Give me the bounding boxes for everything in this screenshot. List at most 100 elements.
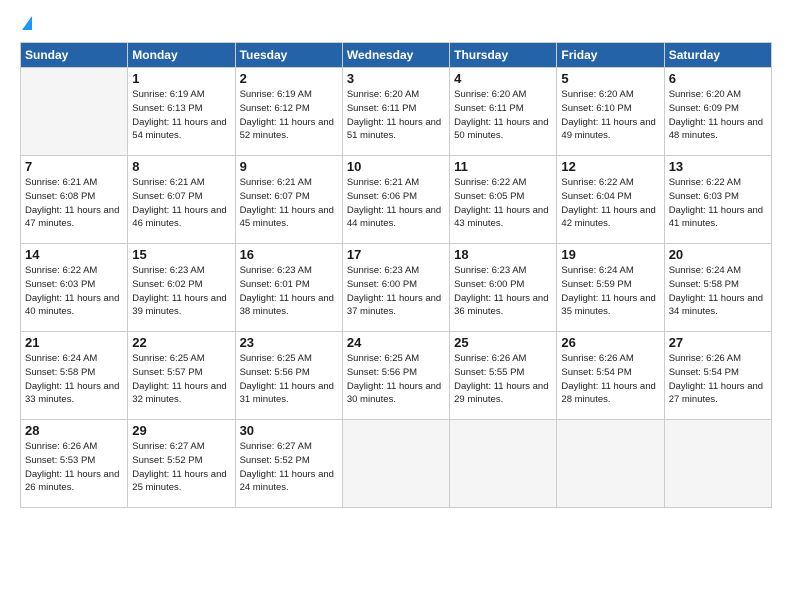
day-info: Sunrise: 6:24 AMSunset: 5:58 PMDaylight:… bbox=[25, 352, 123, 407]
day-number: 21 bbox=[25, 335, 123, 350]
calendar-cell: 19 Sunrise: 6:24 AMSunset: 5:59 PMDayligh… bbox=[557, 244, 664, 332]
day-number: 24 bbox=[347, 335, 445, 350]
calendar-day-header: Friday bbox=[557, 43, 664, 68]
logo-triangle-icon bbox=[22, 16, 32, 30]
day-info: Sunrise: 6:26 AMSunset: 5:54 PMDaylight:… bbox=[669, 352, 767, 407]
calendar-cell: 6 Sunrise: 6:20 AMSunset: 6:09 PMDaylight… bbox=[664, 68, 771, 156]
day-info: Sunrise: 6:20 AMSunset: 6:09 PMDaylight:… bbox=[669, 88, 767, 143]
day-info: Sunrise: 6:23 AMSunset: 6:02 PMDaylight:… bbox=[132, 264, 230, 319]
calendar-week-row: 21 Sunrise: 6:24 AMSunset: 5:58 PMDayligh… bbox=[21, 332, 772, 420]
calendar-cell: 10 Sunrise: 6:21 AMSunset: 6:06 PMDayligh… bbox=[342, 156, 449, 244]
calendar-cell bbox=[450, 420, 557, 508]
calendar-cell: 16 Sunrise: 6:23 AMSunset: 6:01 PMDayligh… bbox=[235, 244, 342, 332]
day-number: 8 bbox=[132, 159, 230, 174]
calendar-cell: 3 Sunrise: 6:20 AMSunset: 6:11 PMDaylight… bbox=[342, 68, 449, 156]
day-info: Sunrise: 6:22 AMSunset: 6:03 PMDaylight:… bbox=[669, 176, 767, 231]
calendar-cell: 21 Sunrise: 6:24 AMSunset: 5:58 PMDayligh… bbox=[21, 332, 128, 420]
logo bbox=[20, 16, 32, 32]
day-info: Sunrise: 6:21 AMSunset: 6:07 PMDaylight:… bbox=[240, 176, 338, 231]
day-number: 10 bbox=[347, 159, 445, 174]
calendar-cell: 23Sunrise: 6:25 AMSunset: 5:56 PMDayligh… bbox=[235, 332, 342, 420]
calendar-day-header: Monday bbox=[128, 43, 235, 68]
page: SundayMondayTuesdayWednesdayThursdayFrid… bbox=[0, 0, 792, 612]
day-number: 17 bbox=[347, 247, 445, 262]
day-info: Sunrise: 6:23 AMSunset: 6:01 PMDaylight:… bbox=[240, 264, 338, 319]
day-number: 4 bbox=[454, 71, 552, 86]
day-info: Sunrise: 6:21 AMSunset: 6:08 PMDaylight:… bbox=[25, 176, 123, 231]
calendar-cell: 18 Sunrise: 6:23 AMSunset: 6:00 PMDayligh… bbox=[450, 244, 557, 332]
day-info: Sunrise: 6:27 AMSunset: 5:52 PMDaylight:… bbox=[240, 440, 338, 495]
calendar-cell: 12Sunrise: 6:22 AMSunset: 6:04 PMDayligh… bbox=[557, 156, 664, 244]
calendar-week-row: 28 Sunrise: 6:26 AMSunset: 5:53 PMDayligh… bbox=[21, 420, 772, 508]
day-number: 25 bbox=[454, 335, 552, 350]
day-info: Sunrise: 6:22 AMSunset: 6:04 PMDaylight:… bbox=[561, 176, 659, 231]
day-info: Sunrise: 6:24 AMSunset: 5:59 PMDaylight:… bbox=[561, 264, 659, 319]
day-info: Sunrise: 6:20 AMSunset: 6:11 PMDaylight:… bbox=[454, 88, 552, 143]
day-number: 2 bbox=[240, 71, 338, 86]
calendar-cell: 8Sunrise: 6:21 AMSunset: 6:07 PMDaylight… bbox=[128, 156, 235, 244]
calendar-cell bbox=[557, 420, 664, 508]
day-info: Sunrise: 6:21 AMSunset: 6:06 PMDaylight:… bbox=[347, 176, 445, 231]
day-info: Sunrise: 6:25 AMSunset: 5:56 PMDaylight:… bbox=[347, 352, 445, 407]
header bbox=[20, 16, 772, 32]
calendar-week-row: 14 Sunrise: 6:22 AMSunset: 6:03 PMDayligh… bbox=[21, 244, 772, 332]
calendar-cell: 22 Sunrise: 6:25 AMSunset: 5:57 PMDayligh… bbox=[128, 332, 235, 420]
calendar-cell: 15Sunrise: 6:23 AMSunset: 6:02 PMDayligh… bbox=[128, 244, 235, 332]
calendar-day-header: Thursday bbox=[450, 43, 557, 68]
day-info: Sunrise: 6:20 AMSunset: 6:10 PMDaylight:… bbox=[561, 88, 659, 143]
day-number: 27 bbox=[669, 335, 767, 350]
calendar-table: SundayMondayTuesdayWednesdayThursdayFrid… bbox=[20, 42, 772, 508]
day-info: Sunrise: 6:20 AMSunset: 6:11 PMDaylight:… bbox=[347, 88, 445, 143]
calendar-cell: 13 Sunrise: 6:22 AMSunset: 6:03 PMDayligh… bbox=[664, 156, 771, 244]
calendar-cell: 9 Sunrise: 6:21 AMSunset: 6:07 PMDaylight… bbox=[235, 156, 342, 244]
day-number: 3 bbox=[347, 71, 445, 86]
calendar-cell: 14 Sunrise: 6:22 AMSunset: 6:03 PMDayligh… bbox=[21, 244, 128, 332]
day-info: Sunrise: 6:22 AMSunset: 6:03 PMDaylight:… bbox=[25, 264, 123, 319]
day-number: 30 bbox=[240, 423, 338, 438]
day-number: 22 bbox=[132, 335, 230, 350]
calendar-cell: 25Sunrise: 6:26 AMSunset: 5:55 PMDayligh… bbox=[450, 332, 557, 420]
calendar-week-row: 1 Sunrise: 6:19 AMSunset: 6:13 PMDaylight… bbox=[21, 68, 772, 156]
day-number: 20 bbox=[669, 247, 767, 262]
day-number: 9 bbox=[240, 159, 338, 174]
day-number: 16 bbox=[240, 247, 338, 262]
day-number: 1 bbox=[132, 71, 230, 86]
day-info: Sunrise: 6:26 AMSunset: 5:54 PMDaylight:… bbox=[561, 352, 659, 407]
day-number: 6 bbox=[669, 71, 767, 86]
day-number: 7 bbox=[25, 159, 123, 174]
day-info: Sunrise: 6:25 AMSunset: 5:57 PMDaylight:… bbox=[132, 352, 230, 407]
calendar-cell: 26 Sunrise: 6:26 AMSunset: 5:54 PMDayligh… bbox=[557, 332, 664, 420]
calendar-cell: 27 Sunrise: 6:26 AMSunset: 5:54 PMDayligh… bbox=[664, 332, 771, 420]
calendar-cell: 5 Sunrise: 6:20 AMSunset: 6:10 PMDaylight… bbox=[557, 68, 664, 156]
calendar-cell: 17 Sunrise: 6:23 AMSunset: 6:00 PMDayligh… bbox=[342, 244, 449, 332]
day-number: 29 bbox=[132, 423, 230, 438]
day-number: 5 bbox=[561, 71, 659, 86]
calendar-cell: 4 Sunrise: 6:20 AMSunset: 6:11 PMDaylight… bbox=[450, 68, 557, 156]
day-info: Sunrise: 6:27 AMSunset: 5:52 PMDaylight:… bbox=[132, 440, 230, 495]
calendar-cell bbox=[664, 420, 771, 508]
day-number: 13 bbox=[669, 159, 767, 174]
day-number: 14 bbox=[25, 247, 123, 262]
calendar-cell: 1 Sunrise: 6:19 AMSunset: 6:13 PMDaylight… bbox=[128, 68, 235, 156]
day-number: 26 bbox=[561, 335, 659, 350]
calendar-cell: 29 Sunrise: 6:27 AMSunset: 5:52 PMDayligh… bbox=[128, 420, 235, 508]
day-number: 28 bbox=[25, 423, 123, 438]
calendar-cell bbox=[21, 68, 128, 156]
day-number: 18 bbox=[454, 247, 552, 262]
calendar-day-header: Saturday bbox=[664, 43, 771, 68]
day-info: Sunrise: 6:19 AMSunset: 6:12 PMDaylight:… bbox=[240, 88, 338, 143]
calendar-cell: 7 Sunrise: 6:21 AMSunset: 6:08 PMDaylight… bbox=[21, 156, 128, 244]
day-info: Sunrise: 6:26 AMSunset: 5:53 PMDaylight:… bbox=[25, 440, 123, 495]
day-info: Sunrise: 6:23 AMSunset: 6:00 PMDaylight:… bbox=[347, 264, 445, 319]
day-number: 19 bbox=[561, 247, 659, 262]
calendar-cell: 20 Sunrise: 6:24 AMSunset: 5:58 PMDayligh… bbox=[664, 244, 771, 332]
calendar-header-row: SundayMondayTuesdayWednesdayThursdayFrid… bbox=[21, 43, 772, 68]
day-info: Sunrise: 6:19 AMSunset: 6:13 PMDaylight:… bbox=[132, 88, 230, 143]
calendar-week-row: 7 Sunrise: 6:21 AMSunset: 6:08 PMDaylight… bbox=[21, 156, 772, 244]
day-info: Sunrise: 6:22 AMSunset: 6:05 PMDaylight:… bbox=[454, 176, 552, 231]
day-info: Sunrise: 6:24 AMSunset: 5:58 PMDaylight:… bbox=[669, 264, 767, 319]
day-info: Sunrise: 6:25 AMSunset: 5:56 PMDaylight:… bbox=[240, 352, 338, 407]
calendar-cell: 11Sunrise: 6:22 AMSunset: 6:05 PMDayligh… bbox=[450, 156, 557, 244]
calendar-day-header: Wednesday bbox=[342, 43, 449, 68]
day-info: Sunrise: 6:23 AMSunset: 6:00 PMDaylight:… bbox=[454, 264, 552, 319]
